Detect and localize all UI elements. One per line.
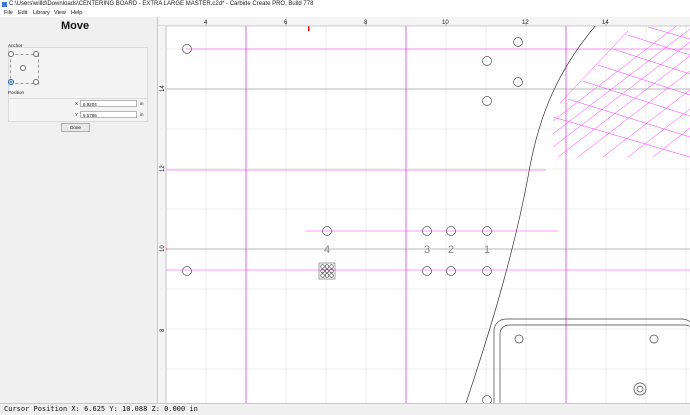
marker-4: 4 xyxy=(324,244,330,256)
cursor-x-marker xyxy=(308,26,310,31)
status-bar: Cursor Position X: 6.625 Y: 10.088 Z: 0.… xyxy=(0,403,690,415)
menu-view[interactable]: View xyxy=(54,9,66,17)
ruler-left-12: 12 xyxy=(160,165,166,172)
anchor-bottom-right-radio[interactable] xyxy=(33,79,39,85)
y-unit: in xyxy=(140,112,144,117)
position-label: Position xyxy=(8,90,25,95)
anchor-top-left-radio[interactable] xyxy=(8,51,14,57)
canvas-svg: 4 3 2 1 4 6 8 10 12 14 14 12 10 8 xyxy=(158,17,690,403)
y-input[interactable]: 9.5786 xyxy=(80,111,137,118)
ruler-left-10: 10 xyxy=(160,245,166,252)
y-label: Y xyxy=(75,112,79,117)
x-input[interactable]: 6.9204 xyxy=(80,100,137,107)
panel-title: Move xyxy=(60,20,90,32)
done-button[interactable]: Done xyxy=(61,123,90,132)
window-title: C:\Users\willd\Downloads\CENTERING BOARD… xyxy=(9,1,314,7)
top-ruler xyxy=(158,17,690,26)
marker-3: 3 xyxy=(424,244,430,256)
anchor-bottom-left-radio[interactable] xyxy=(8,79,14,85)
x-unit: in xyxy=(140,101,144,106)
design-canvas[interactable]: 4 3 2 1 4 6 8 10 12 14 14 12 10 8 xyxy=(158,17,690,403)
marker-1: 1 xyxy=(484,244,490,256)
app-icon xyxy=(2,2,7,7)
ruler-top-14: 14 xyxy=(602,20,609,26)
menu-file[interactable]: File xyxy=(4,9,13,17)
left-ruler xyxy=(158,26,166,403)
move-panel: Move Anchor Position X 6.9204 in Y 9.578… xyxy=(0,17,158,403)
ruler-top-10: 10 xyxy=(442,20,449,26)
x-label: X xyxy=(75,101,79,106)
marker-2: 2 xyxy=(448,244,454,256)
menu-edit[interactable]: Edit xyxy=(18,9,27,17)
position-group: X 6.9204 in Y 9.5786 in xyxy=(8,98,148,122)
ruler-left-14: 14 xyxy=(160,85,166,92)
ruler-top-12: 12 xyxy=(522,20,529,26)
title-bar: C:\Users\willd\Downloads\CENTERING BOARD… xyxy=(0,0,690,9)
cursor-position-text: Cursor Position X: 6.625 Y: 10.088 Z: 0.… xyxy=(4,405,198,413)
anchor-center-radio[interactable] xyxy=(20,65,26,71)
menu-bar: File Edit Library View Help xyxy=(0,9,690,17)
anchor-top-right-radio[interactable] xyxy=(33,51,39,57)
menu-library[interactable]: Library xyxy=(33,9,50,17)
menu-help[interactable]: Help xyxy=(71,9,82,17)
